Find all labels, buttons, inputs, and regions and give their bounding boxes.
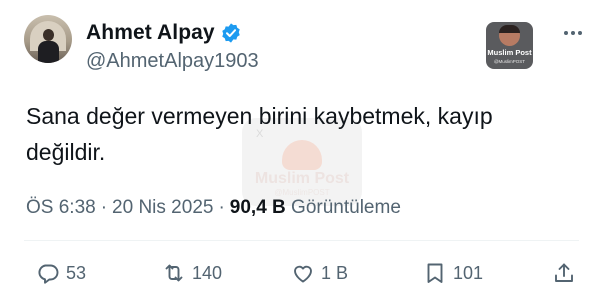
watermark-logo-small: Muslim Post @MuslimPOST	[486, 22, 533, 69]
like-button[interactable]: 1 B	[291, 256, 348, 290]
reply-icon	[38, 264, 59, 284]
bookmark-button[interactable]: 101	[423, 256, 483, 290]
verified-badge-icon	[221, 23, 240, 43]
views-count: 90,4 B	[229, 197, 286, 218]
tweet-text: Sana değer vermeyen birini kaybetmek, ka…	[26, 103, 493, 165]
bookmark-count: 101	[453, 262, 484, 283]
more-icon[interactable]	[560, 28, 586, 38]
like-count: 1 B	[321, 262, 349, 283]
watermark-small-sub: @MuslimPOST	[493, 59, 526, 64]
watermark-hair	[499, 25, 520, 33]
avatar[interactable]	[24, 15, 72, 63]
share-button[interactable]	[552, 256, 576, 290]
meta-separator: ·	[218, 197, 225, 218]
action-bar: 53 140 1 B 101	[0, 256, 603, 290]
reply-button[interactable]: 53	[36, 256, 86, 290]
retweet-count: 140	[192, 262, 223, 283]
author-handle[interactable]: @AhmetAlpay1903	[86, 50, 259, 73]
bookmark-icon	[427, 263, 443, 283]
tweet-card: Ahmet Alpay @AhmetAlpay1903 Muslim Post …	[0, 0, 603, 308]
views-label: Görüntüleme	[291, 197, 401, 218]
retweet-icon	[165, 264, 183, 282]
divider	[24, 240, 579, 241]
watermark-large-title: Muslim Post	[254, 170, 350, 187]
watermark-large-sub: @MuslimPOST	[274, 188, 330, 197]
author-name-row: Ahmet Alpay	[86, 20, 242, 46]
more-dot	[564, 31, 568, 35]
retweet-button[interactable]: 140	[162, 256, 222, 290]
tweet-time[interactable]: ÖS 6:38	[26, 197, 96, 218]
tweet-date[interactable]: 20 Nis 2025	[112, 197, 213, 218]
meta-separator: ·	[100, 197, 108, 218]
share-icon	[555, 263, 573, 282]
avatar-person-body	[38, 41, 59, 63]
more-dot	[578, 31, 582, 35]
watermark-small-title: Muslim Post	[487, 48, 532, 57]
more-dot	[571, 31, 575, 35]
author-display-name[interactable]: Ahmet Alpay	[86, 21, 215, 45]
reply-count: 53	[66, 262, 87, 283]
avatar-person-head	[43, 29, 54, 41]
tweet-meta: ÖS 6:38 · 20 Nis 2025 · 90,4 B Görüntüleme	[26, 197, 401, 219]
like-icon	[294, 265, 312, 283]
